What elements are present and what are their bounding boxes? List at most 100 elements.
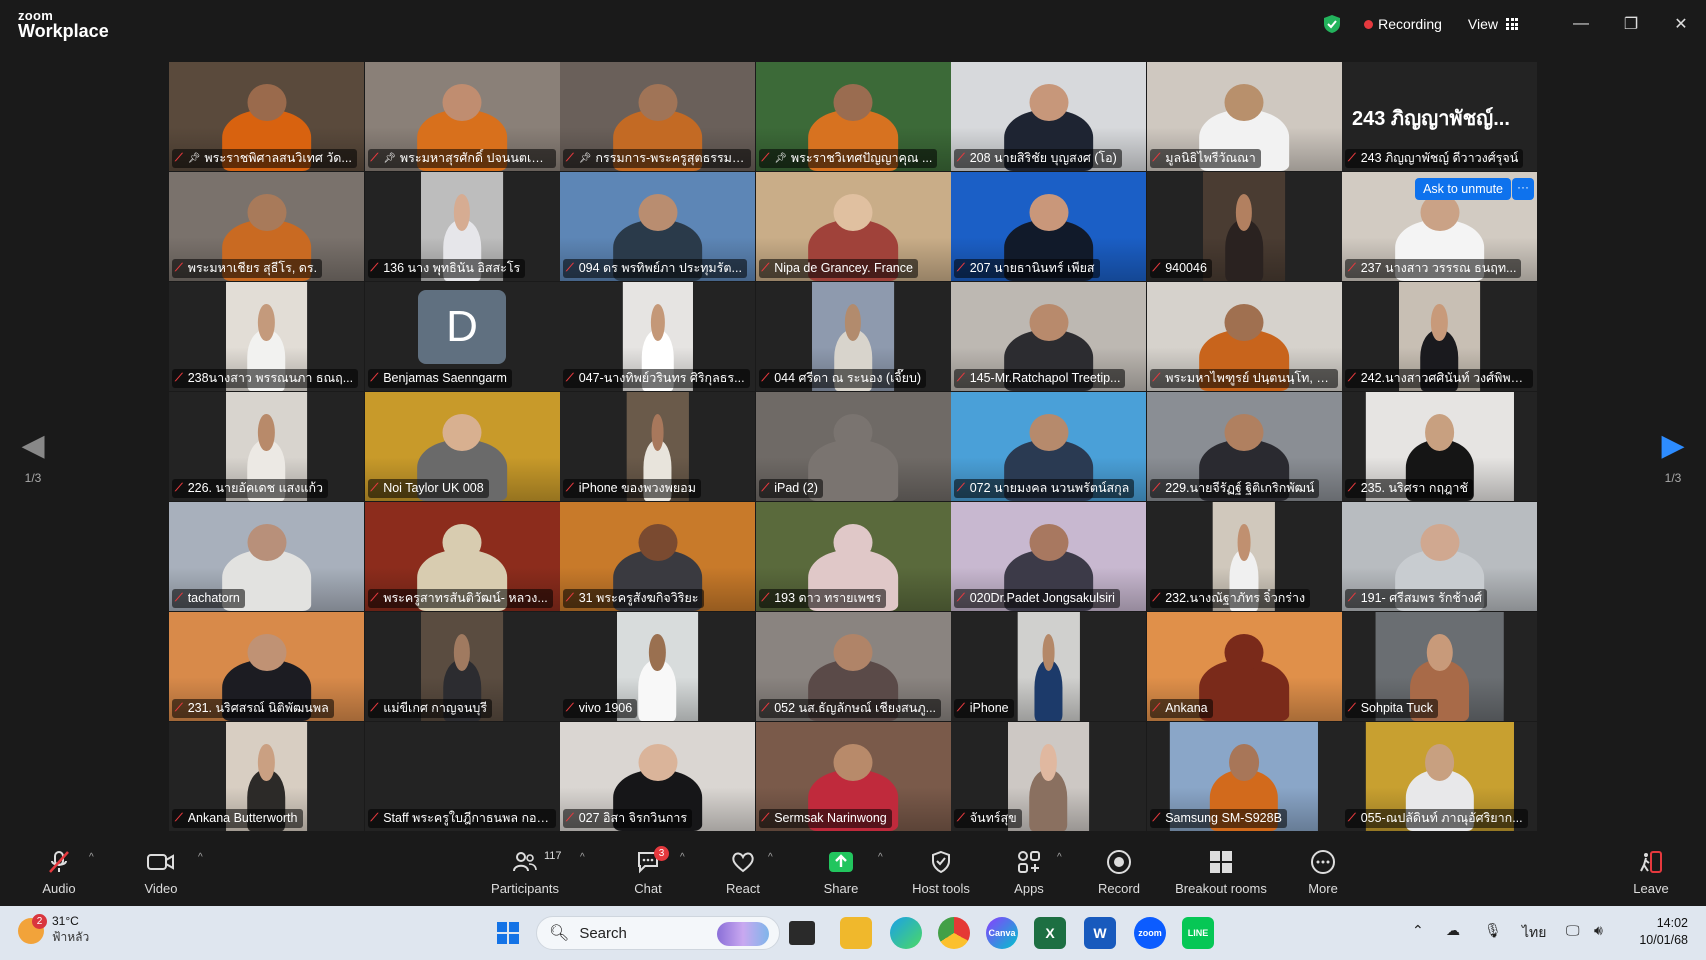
chrome-browser-icon[interactable]: [938, 917, 970, 949]
system-clock[interactable]: 14:02 10/01/68: [1639, 915, 1688, 949]
close-button[interactable]: ✕: [1656, 0, 1706, 48]
participant-tile[interactable]: ⟋ 242.นางสาวศศินันท์ วงศ์พิพย...: [1342, 282, 1537, 391]
participant-tile[interactable]: ⟋ 📌︎พระมหาสุรศักดิ์ ปจนนตเสโน, ...: [364, 62, 560, 171]
participants-options-caret-icon[interactable]: ^: [580, 852, 585, 863]
participant-tile[interactable]: ⟋ Nipa de Grancey. France: [755, 172, 951, 281]
ask-to-unmute-button[interactable]: Ask to unmute: [1415, 178, 1511, 200]
participants-button[interactable]: Participants 117: [487, 848, 563, 896]
participant-tile[interactable]: ⟋ 193 ดาว ทรายเพชร: [755, 502, 951, 611]
participant-tile[interactable]: ⟋ Sohpita Tuck: [1342, 612, 1537, 721]
participant-tile[interactable]: ⟋ 052 นส.ธัญลักษณ์ เชียงสนภู...: [755, 612, 951, 721]
participant-tile[interactable]: ⟋ vivo 1906: [560, 612, 755, 721]
react-options-caret-icon[interactable]: ^: [768, 852, 773, 863]
participant-tile[interactable]: D ⟋ Benjamas Saenngarm: [364, 282, 560, 391]
participant-tile[interactable]: ⟋ 044 ศรีดา ณ ระนอง (เจี๊ยบ): [755, 282, 951, 391]
video-button[interactable]: Video: [136, 848, 186, 896]
participant-tile[interactable]: ⟋ 226. นายอัคเดช แสงแก้ว: [169, 392, 364, 501]
participant-tile[interactable]: 243 ภิญญาพัชญ์... ⟋ 243 ภิญญาพัชญ์ ดีวาวงศ…: [1342, 62, 1537, 171]
participant-name-tag: ⟋ iPad (2): [758, 479, 823, 498]
volume-icon[interactable]: 🔊︎: [1594, 922, 1603, 939]
minimize-button[interactable]: —: [1556, 0, 1606, 48]
excel-icon[interactable]: X: [1034, 917, 1066, 949]
chat-options-caret-icon[interactable]: ^: [680, 852, 685, 863]
participant-tile[interactable]: ⟋ พระมหาไพฑูรย์ ปนฺตนนฺโท, P...: [1146, 282, 1342, 391]
participant-tile[interactable]: ⟋ iPhone: [951, 612, 1146, 721]
participant-tile[interactable]: ⟋ 📌︎ พระราชพิศาลสนวิเทศ วัด...: [169, 62, 364, 171]
participant-tile[interactable]: ⟋ 940046: [1146, 172, 1342, 281]
participant-tile[interactable]: ⟋ iPad (2): [755, 392, 951, 501]
apps-icon: [1018, 851, 1040, 873]
participant-tile[interactable]: ⟋ Samsung SM-S928B: [1146, 722, 1342, 831]
network-icon[interactable]: 🖵: [1566, 922, 1580, 939]
more-button[interactable]: More: [1298, 848, 1348, 896]
participant-tile[interactable]: ⟋ 📌︎ กรรมการ-พระครูสุตธรรมป...: [560, 62, 755, 171]
apps-options-caret-icon[interactable]: ^: [1057, 852, 1062, 863]
participant-tile[interactable]: ⟋ Noi Taylor UK 008: [364, 392, 560, 501]
participant-tile[interactable]: ⟋ พระครูสาทรสันติวัฒน์- หลวง...: [364, 502, 560, 611]
participant-tile[interactable]: ⟋ 📌︎ พระราชวิเทศปัญญาคุณ ...: [755, 62, 951, 171]
chat-button[interactable]: Chat 3: [622, 846, 674, 896]
participant-tile[interactable]: ⟋ 238นางสาว พรรณนภา ธณฤ...: [169, 282, 364, 391]
title-bar: zoom Workplace Recording View — ❐ ✕: [0, 0, 1706, 48]
participant-tile[interactable]: ⟋ 047-นางทิพย์วรินทร ศิริกุลธร...: [560, 282, 755, 391]
participant-tile[interactable]: ⟋ 136 นาง พุทธินัน อิสสะโร: [364, 172, 560, 281]
participant-tile[interactable]: ⟋ iPhone ของพวงพยอม: [560, 392, 755, 501]
participant-tile[interactable]: ⟋ 208 นายสิริชัย บุญสงศ (โอ): [951, 62, 1146, 171]
participant-tile[interactable]: ⟋ 207 นายธานินทร์ เพียส: [951, 172, 1146, 281]
participant-tile[interactable]: ⟋ Ankana Butterworth: [169, 722, 364, 831]
edge-browser-icon[interactable]: [890, 917, 922, 949]
participant-tile[interactable]: ⟋ 055-ณปลัดินท์ ภาณุอัศริยาก...: [1342, 722, 1537, 831]
leave-button[interactable]: Leave: [1626, 848, 1676, 896]
taskbar-search[interactable]: 🔍︎ Search: [536, 916, 780, 950]
canva-icon[interactable]: Canva: [986, 917, 1018, 949]
video-options-caret-icon[interactable]: ^: [198, 852, 203, 863]
tray-overflow-chevron-icon[interactable]: ⌃: [1412, 922, 1424, 939]
breakout-rooms-button[interactable]: Breakout rooms: [1168, 848, 1274, 896]
security-shield-icon[interactable]: [1322, 14, 1342, 34]
participant-tile[interactable]: ⟋ 072 นายมงคล นวนพรัตน์สกุล: [951, 392, 1146, 501]
participant-tile[interactable]: ⟋ 094 ดร พรทิพย์ภา ประทุมรัต...: [560, 172, 755, 281]
participant-tile[interactable]: ⟋ จันทร์สุข: [951, 722, 1146, 831]
recording-indicator[interactable]: Recording: [1364, 16, 1442, 32]
host-tools-button[interactable]: Host tools: [906, 848, 976, 896]
tile-more-options-button[interactable]: ···: [1512, 178, 1534, 200]
participant-tile[interactable]: ⟋ Sermsak Narinwong: [755, 722, 951, 831]
line-app-icon[interactable]: LINE: [1182, 917, 1214, 949]
participant-tile[interactable]: ⟋ มูลนิธิไพรีวัณณา: [1146, 62, 1342, 171]
microphone-tray-icon[interactable]: 🎙︎: [1484, 922, 1502, 939]
participant-tile[interactable]: ⟋ 231. นริศสรณ์ นิติพัฒนพล: [169, 612, 364, 721]
file-explorer-icon[interactable]: [840, 917, 872, 949]
onedrive-cloud-icon[interactable]: ☁: [1446, 922, 1460, 939]
task-view-icon[interactable]: [789, 921, 815, 945]
view-button[interactable]: View: [1468, 16, 1518, 32]
participant-tile[interactable]: ⟋ Staff พระครูใบฎีกาธนพล กอง...: [364, 722, 560, 831]
restore-button[interactable]: ❐: [1606, 0, 1656, 48]
participant-tile[interactable]: ⟋ 145-Mr.Ratchapol Treetip...: [951, 282, 1146, 391]
participant-tile[interactable]: ⟋ แม่ขีเกศ กาญจนบุรี: [364, 612, 560, 721]
apps-button[interactable]: Apps: [1004, 848, 1054, 896]
participant-tile[interactable]: ⟋ 235. นริศรา กฤฎาชั: [1342, 392, 1537, 501]
windows-start-button[interactable]: [492, 917, 524, 949]
participant-tile[interactable]: Ask to unmute ··· ⟋ 237 นางสาว วรรรณ ธนฤท..…: [1342, 172, 1537, 281]
word-icon[interactable]: W: [1084, 917, 1116, 949]
participant-tile[interactable]: ⟋ 31 พระครูสังฆกิจวิริยะ: [560, 502, 755, 611]
participant-tile[interactable]: ⟋ พระมหาเชียร สุธีโร, ดร.: [169, 172, 364, 281]
participant-tile[interactable]: ⟋ tachatorn: [169, 502, 364, 611]
participant-tile[interactable]: ⟋ 232.นางณัฐาภัทร จิ๋วกร่าง: [1146, 502, 1342, 611]
language-indicator[interactable]: ไทย: [1522, 922, 1546, 944]
audio-button[interactable]: Audio: [34, 848, 84, 896]
participant-tile[interactable]: ⟋ 229.นายจีรัฏฐ์ ฐิติเกริกพัฒน์: [1146, 392, 1342, 501]
participant-tile[interactable]: ⟋ 027 อิสา จิรกวินการ: [560, 722, 755, 831]
participant-tile[interactable]: ⟋ 020Dr.Padet Jongsakulsiri: [951, 502, 1146, 611]
weather-widget[interactable]: 2 31°C ฟ้าหลัว: [18, 913, 89, 947]
share-button[interactable]: Share: [816, 848, 866, 896]
next-page-button[interactable]: ▶ 1/3: [1653, 428, 1693, 485]
record-button[interactable]: Record: [1094, 848, 1144, 896]
audio-options-caret-icon[interactable]: ^: [89, 852, 94, 863]
previous-page-button[interactable]: ◀ 1/3: [13, 428, 53, 485]
participant-tile[interactable]: ⟋ Ankana: [1146, 612, 1342, 721]
participant-tile[interactable]: ⟋ 191- ศรีสมพร รักช้างศ์: [1342, 502, 1537, 611]
zoom-app-icon[interactable]: zoom: [1134, 917, 1166, 949]
react-button[interactable]: React: [718, 848, 768, 896]
share-options-caret-icon[interactable]: ^: [878, 852, 883, 863]
